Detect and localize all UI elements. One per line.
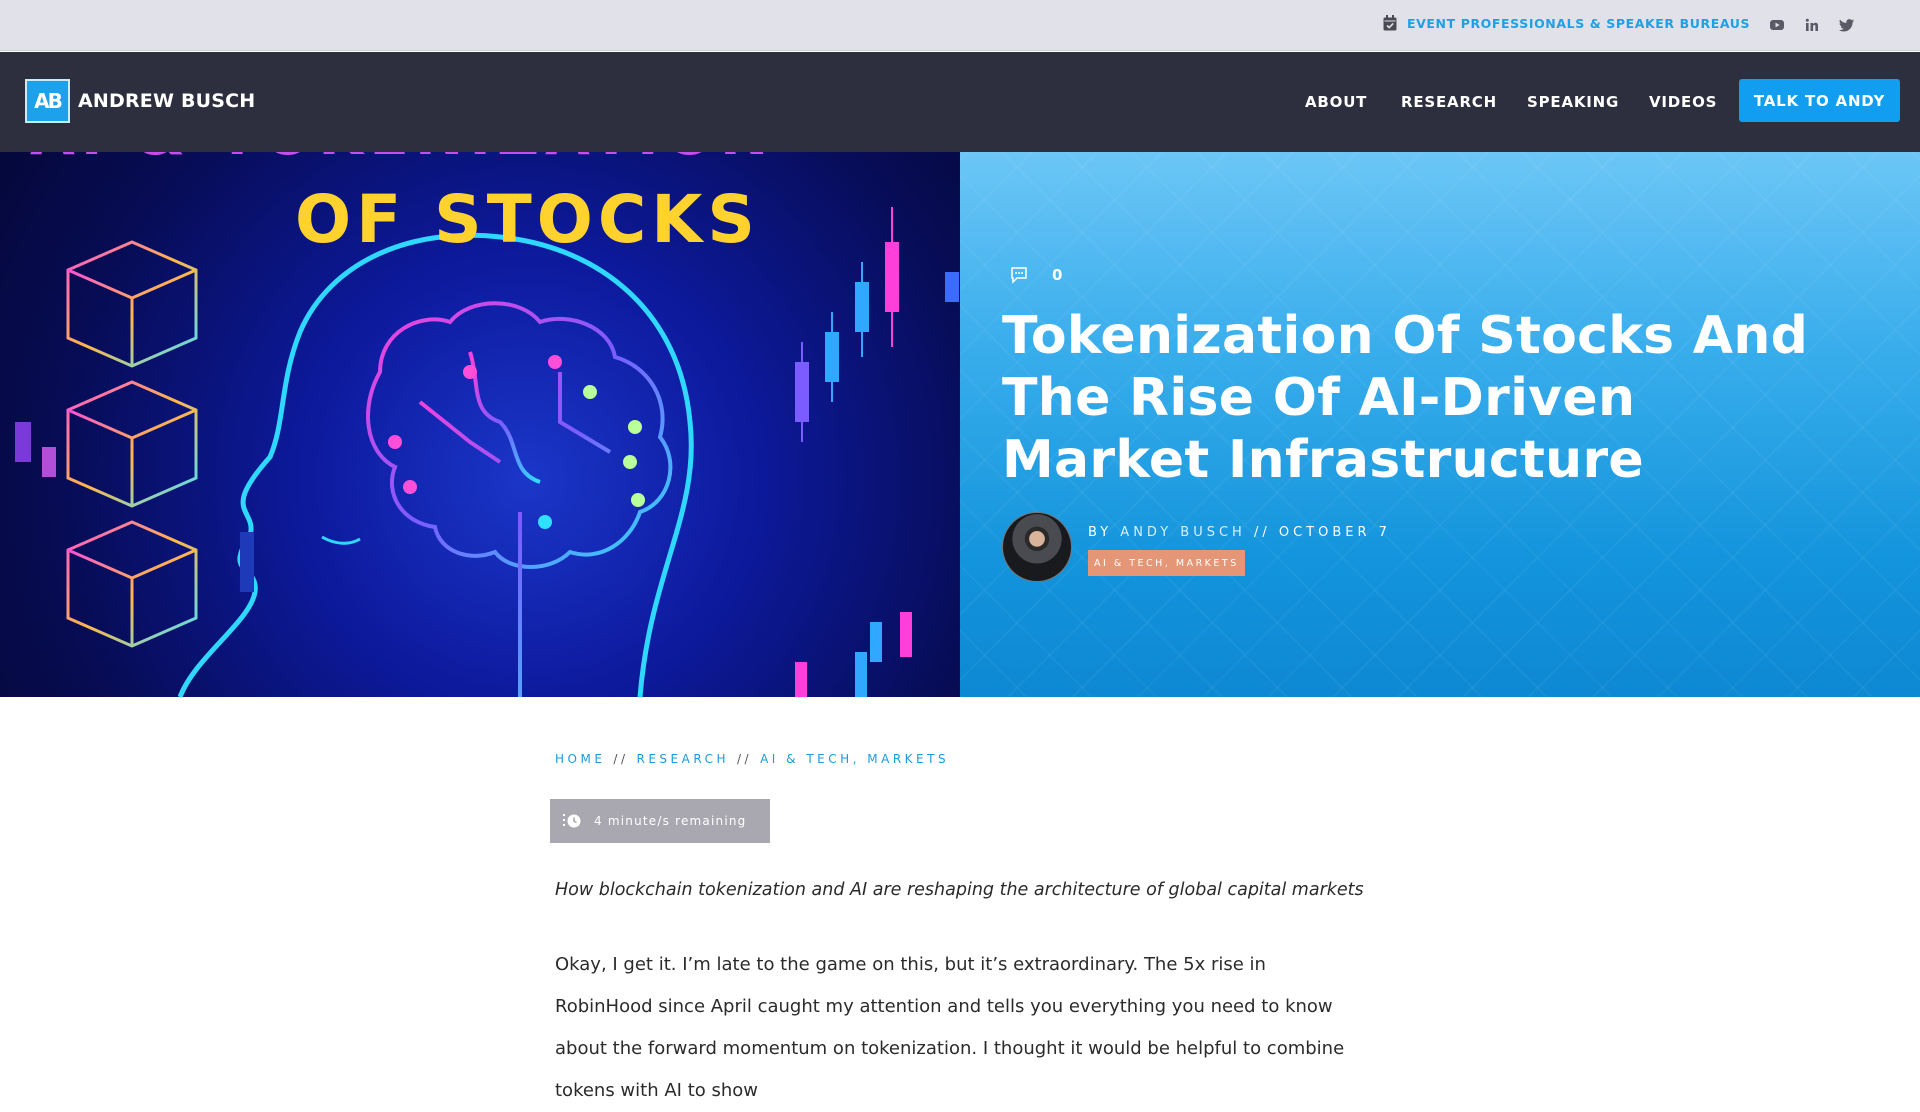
- breadcrumb-home[interactable]: HOME: [555, 752, 605, 766]
- post-byline: BY ANDY BUSCH // OCTOBER 7: [1088, 525, 1391, 540]
- author-link[interactable]: ANDY BUSCH: [1120, 525, 1246, 540]
- image-heading: OF STOCKS: [295, 181, 760, 258]
- article-paragraph: Okay, I get it. I’m late to the game on …: [555, 954, 1345, 1101]
- nav-item-research[interactable]: RESEARCH: [1401, 93, 1497, 111]
- post-date: OCTOBER 7: [1278, 525, 1391, 540]
- nav-item-about[interactable]: ABOUT: [1305, 93, 1367, 111]
- post-header: 0 Tokenization Of Stocks And The Rise Of…: [960, 152, 1920, 697]
- breadcrumb-separator: //: [736, 752, 753, 766]
- logo-name: ANDREW BUSCH: [78, 90, 256, 112]
- article-subtitle: How blockchain tokenization and AI are r…: [555, 880, 1364, 900]
- breadcrumb-separator: //: [613, 752, 629, 766]
- calendar-check-icon: [1383, 15, 1397, 31]
- ai-brain-illustration: AI & TOKENIZATION: [15, 152, 959, 697]
- breadcrumb-category[interactable]: AI & TECH, MARKETS: [760, 752, 949, 766]
- breadcrumb: HOME // RESEARCH // AI & TECH, MARKETS: [555, 752, 949, 766]
- twitter-icon[interactable]: [1839, 17, 1855, 33]
- nav-item-videos[interactable]: VIDEOS: [1649, 93, 1717, 111]
- featured-image: AI & TOKENIZATION: [0, 152, 960, 697]
- comment-icon: [1011, 267, 1027, 284]
- talk-to-andy-button[interactable]: TALK TO ANDY: [1739, 79, 1900, 122]
- nav-item-speaking[interactable]: SPEAKING: [1527, 93, 1619, 111]
- reading-time-indicator: 4 minute/s remaining: [550, 799, 770, 843]
- byline-prefix: BY: [1088, 525, 1113, 540]
- linkedin-icon[interactable]: [1804, 17, 1820, 33]
- post-title: Tokenization Of Stocks And The Rise Of A…: [1002, 306, 1809, 490]
- breadcrumb-research[interactable]: RESEARCH: [637, 752, 729, 766]
- main-navigation: AB ANDREW BUSCH ABOUT RESEARCH SPEAKING …: [0, 52, 1920, 152]
- reading-time-text: 4 minute/s remaining: [594, 814, 747, 828]
- event-professionals-link-group[interactable]: EVENT PROFESSIONALS & SPEAKER BUREAUS: [1383, 15, 1750, 31]
- category-badge[interactable]: AI & TECH, MARKETS: [1088, 550, 1245, 576]
- logo-mark: AB: [25, 79, 70, 123]
- author-avatar[interactable]: [1002, 512, 1072, 582]
- youtube-icon[interactable]: [1769, 17, 1785, 33]
- comment-count[interactable]: 0: [1010, 266, 1062, 284]
- site-logo[interactable]: AB ANDREW BUSCH: [25, 79, 255, 123]
- byline-separator: //: [1253, 525, 1271, 540]
- reading-time-icon: [563, 814, 581, 828]
- svg-text:AI & TOKENIZATION: AI & TOKENIZATION: [30, 152, 774, 168]
- top-utility-bar: EVENT PROFESSIONALS & SPEAKER BUREAUS: [0, 0, 1920, 51]
- comment-count-value: 0: [1052, 266, 1063, 284]
- event-professionals-link[interactable]: EVENT PROFESSIONALS & SPEAKER BUREAUS: [1407, 16, 1750, 31]
